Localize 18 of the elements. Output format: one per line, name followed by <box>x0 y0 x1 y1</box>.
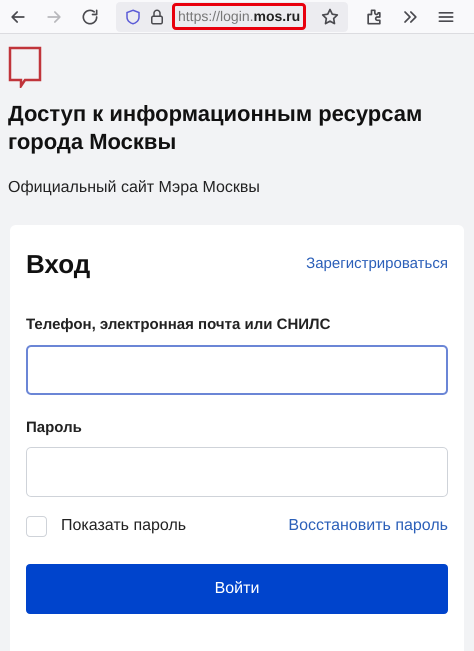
field-label: Телефон, электронная почта или СНИЛС <box>26 315 332 335</box>
address-bar[interactable]: https://login.mos.ru <box>116 2 348 32</box>
logo-icon <box>8 46 42 88</box>
reload-icon[interactable] <box>80 6 100 26</box>
url-text[interactable]: https://login.mos.ru <box>172 3 306 30</box>
lock-icon <box>148 8 166 26</box>
page-subtitle: Официальный сайт Мэра Москвы <box>8 178 261 198</box>
submit-button[interactable]: Войти <box>26 564 448 614</box>
form-title: Вход <box>26 248 90 281</box>
page-title: Доступ к информационным ресурсам города Москвы <box>8 100 424 156</box>
shield-icon[interactable] <box>124 8 142 26</box>
field-label: Пароль <box>26 418 83 438</box>
checkbox[interactable] <box>26 516 47 536</box>
input-field[interactable] <box>26 344 448 394</box>
checkbox-label[interactable]: Показать пароль <box>61 514 186 538</box>
recover-link[interactable]: Восстановить пароль <box>288 514 448 538</box>
star-icon[interactable] <box>320 6 340 26</box>
register-link[interactable]: Зарегистрироваться <box>306 253 448 276</box>
